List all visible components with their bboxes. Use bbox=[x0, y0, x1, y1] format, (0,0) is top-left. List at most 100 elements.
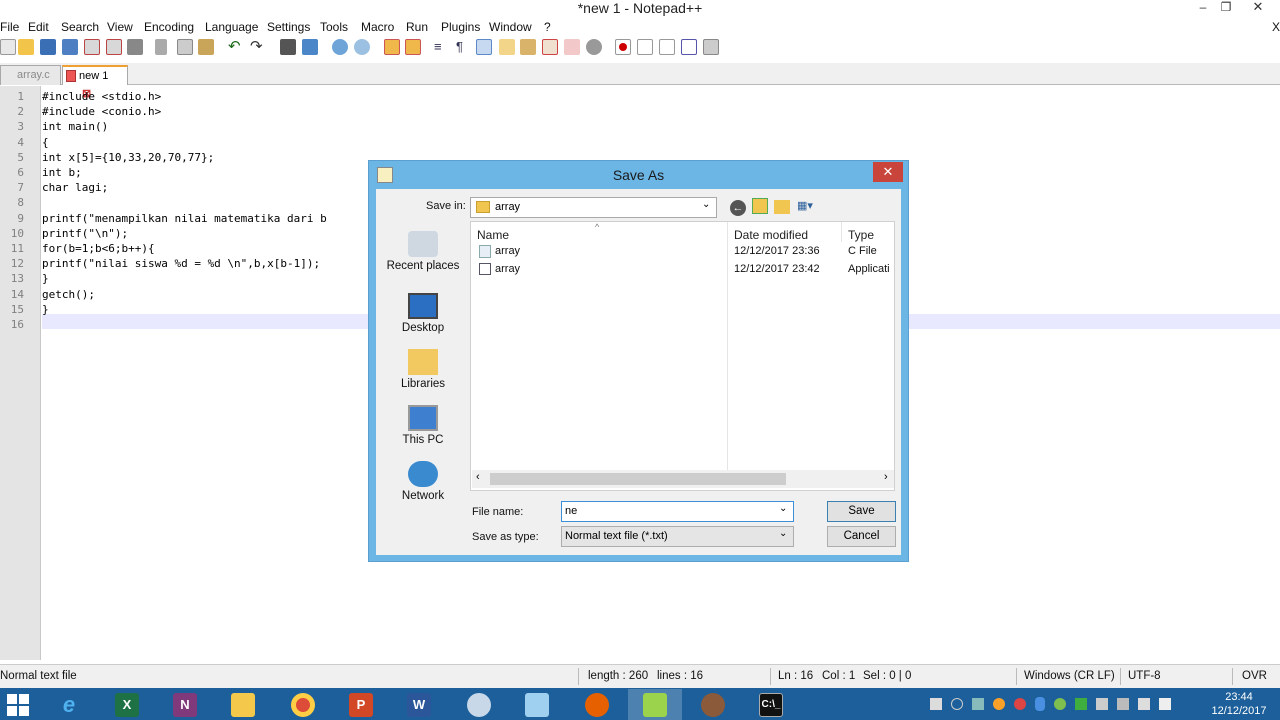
file-row[interactable]: array 12/12/2017 23:36 C File bbox=[477, 244, 892, 260]
tray-app-icon[interactable] bbox=[1054, 698, 1066, 710]
scroll-left-icon[interactable]: ‹ bbox=[476, 471, 480, 483]
place-this-pc[interactable]: This PC bbox=[384, 405, 462, 446]
tab-new-1[interactable]: new 1 ⊠ bbox=[62, 65, 128, 100]
menu-edit[interactable]: Edit bbox=[28, 19, 49, 35]
dialog-title-bar[interactable]: Save As ✕ bbox=[369, 161, 908, 189]
new-folder-icon[interactable] bbox=[774, 200, 790, 214]
menu-encoding[interactable]: Encoding bbox=[144, 19, 194, 35]
menu-help[interactable]: ? bbox=[544, 19, 551, 35]
taskbar-ie[interactable]: e bbox=[42, 689, 96, 720]
menu-tools[interactable]: Tools bbox=[320, 19, 348, 35]
file-list[interactable]: Name ^ Date modified Type array 12/12/20… bbox=[470, 221, 895, 491]
menu-plugins[interactable]: Plugins bbox=[441, 19, 480, 35]
scrollbar-thumb[interactable] bbox=[490, 473, 786, 485]
start-button[interactable] bbox=[0, 689, 36, 720]
taskbar-onenote[interactable]: N bbox=[158, 689, 212, 720]
up-folder-icon[interactable] bbox=[752, 198, 768, 214]
tray-app-icon[interactable] bbox=[972, 698, 984, 710]
action-center-icon[interactable] bbox=[1096, 698, 1108, 710]
save-icon[interactable] bbox=[40, 39, 56, 55]
maximize-button[interactable]: ❐ bbox=[1216, 0, 1236, 16]
close-file-icon[interactable] bbox=[84, 39, 100, 55]
macro-stop-icon[interactable] bbox=[637, 39, 653, 55]
undo-icon[interactable]: ↶ bbox=[228, 39, 244, 55]
horizontal-scrollbar[interactable]: ‹ › bbox=[472, 470, 894, 488]
function-list-icon[interactable] bbox=[520, 39, 536, 55]
taskbar-powerpoint[interactable]: P bbox=[334, 689, 388, 720]
cut-icon[interactable] bbox=[155, 39, 167, 55]
paste-icon[interactable] bbox=[198, 39, 214, 55]
menu-window[interactable]: Window bbox=[489, 19, 532, 35]
cancel-button[interactable]: Cancel bbox=[827, 526, 896, 547]
sync-h-icon[interactable] bbox=[405, 39, 421, 55]
taskbar-notepadpp[interactable] bbox=[628, 689, 682, 720]
place-desktop[interactable]: Desktop bbox=[384, 293, 462, 334]
menu-file[interactable]: File bbox=[0, 19, 19, 35]
indent-guide-icon[interactable] bbox=[476, 39, 492, 55]
column-date-modified[interactable]: Date modified bbox=[734, 228, 808, 242]
menu-settings[interactable]: Settings bbox=[267, 19, 310, 35]
save-in-dropdown[interactable]: array ⌄ bbox=[470, 197, 717, 218]
eol-format[interactable]: Windows (CR LF) bbox=[1024, 670, 1115, 682]
file-row[interactable]: array 12/12/2017 23:42 Applicati bbox=[477, 262, 892, 278]
column-name[interactable]: Name bbox=[477, 228, 509, 242]
menu-view[interactable]: View bbox=[107, 19, 133, 35]
taskbar-word[interactable]: W bbox=[392, 689, 446, 720]
menu-run[interactable]: Run bbox=[406, 19, 428, 35]
save-as-type-select[interactable]: Normal text file (*.txt) ⌄ bbox=[561, 526, 794, 547]
tray-app-icon[interactable] bbox=[930, 698, 942, 710]
place-network[interactable]: Network bbox=[384, 461, 462, 502]
view-menu-icon[interactable]: ▦▾ bbox=[797, 199, 821, 215]
dialog-close-button[interactable]: ✕ bbox=[873, 162, 903, 182]
taskbar-app-satellite[interactable] bbox=[452, 689, 506, 720]
tab-array-c[interactable]: array.c bbox=[0, 65, 61, 85]
taskbar-chrome[interactable] bbox=[276, 689, 330, 720]
tray-app-icon[interactable] bbox=[951, 698, 963, 710]
volume-icon[interactable] bbox=[1159, 698, 1171, 710]
taskbar-app-paper[interactable] bbox=[510, 689, 564, 720]
taskbar-app-gimp[interactable] bbox=[686, 689, 740, 720]
place-libraries[interactable]: Libraries bbox=[384, 349, 462, 390]
save-button[interactable]: Save bbox=[827, 501, 896, 522]
record-stop-icon[interactable] bbox=[586, 39, 602, 55]
power-icon[interactable] bbox=[1117, 698, 1129, 710]
macro-save-icon[interactable] bbox=[703, 39, 719, 55]
copy-icon[interactable] bbox=[177, 39, 193, 55]
close-button[interactable]: ✕ bbox=[1240, 0, 1276, 16]
chevron-down-icon[interactable]: ⌄ bbox=[779, 503, 787, 514]
menu-language[interactable]: Language bbox=[205, 19, 258, 35]
tray-app-icon[interactable] bbox=[993, 698, 1005, 710]
doc-map-icon[interactable] bbox=[499, 39, 515, 55]
scroll-right-icon[interactable]: › bbox=[884, 471, 888, 483]
open-file-icon[interactable] bbox=[18, 39, 34, 55]
close-doc-icon[interactable]: X bbox=[1272, 19, 1280, 35]
taskbar-cmd[interactable]: C:\_ bbox=[744, 689, 798, 720]
encoding-label[interactable]: UTF-8 bbox=[1128, 670, 1161, 682]
taskbar-firefox[interactable] bbox=[570, 689, 624, 720]
new-file-icon[interactable] bbox=[0, 39, 16, 55]
redo-icon[interactable]: ↷ bbox=[250, 39, 266, 55]
find-icon[interactable] bbox=[280, 39, 296, 55]
replace-icon[interactable] bbox=[302, 39, 318, 55]
column-type[interactable]: Type bbox=[848, 228, 874, 242]
macro-record-icon[interactable] bbox=[615, 39, 631, 55]
macro-run-multiple-icon[interactable] bbox=[681, 39, 697, 55]
all-chars-icon[interactable]: ¶ bbox=[456, 39, 472, 55]
bluetooth-icon[interactable] bbox=[1035, 697, 1045, 711]
place-recent[interactable]: Recent places bbox=[384, 231, 462, 272]
monitoring-icon[interactable] bbox=[564, 39, 580, 55]
print-icon[interactable] bbox=[127, 39, 143, 55]
zoom-out-icon[interactable] bbox=[354, 39, 370, 55]
menu-search[interactable]: Search bbox=[61, 19, 99, 35]
clock[interactable]: 23:44 12/12/2017 bbox=[1204, 690, 1274, 718]
minimize-button[interactable]: – bbox=[1193, 0, 1213, 16]
tray-app-icon[interactable] bbox=[1075, 698, 1087, 710]
tray-app-icon[interactable] bbox=[1014, 698, 1026, 710]
file-name-input[interactable]: ne ⌄ bbox=[561, 501, 794, 522]
taskbar-excel[interactable]: X bbox=[100, 689, 154, 720]
network-icon[interactable] bbox=[1138, 698, 1150, 710]
taskbar-explorer[interactable] bbox=[216, 689, 270, 720]
sync-v-icon[interactable] bbox=[384, 39, 400, 55]
folder-workspace-icon[interactable] bbox=[542, 39, 558, 55]
close-all-icon[interactable] bbox=[106, 39, 122, 55]
